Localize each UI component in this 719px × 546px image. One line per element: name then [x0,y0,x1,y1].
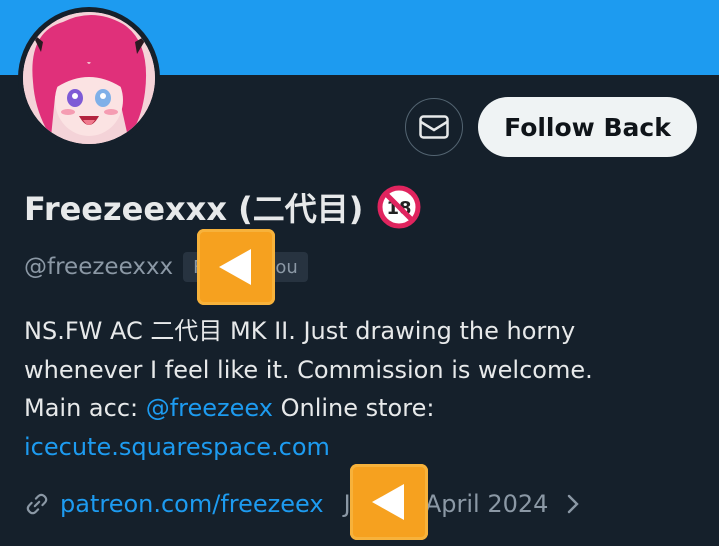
follow-back-button[interactable]: Follow Back [478,97,697,157]
link-icon [26,493,48,515]
chevron-right-icon[interactable] [566,493,580,515]
left-arrow-button[interactable] [197,229,275,305]
bio-text-store: Online store: [272,394,435,422]
display-name: Freezeexxx (二代目) [24,190,364,228]
left-arrow-button[interactable] [350,464,428,540]
profile-meta-row: patreon.com/freezeex Joined April 2024 [24,484,580,524]
no-under-18-icon: 18 [377,185,421,229]
user-handle: @freezeexxx [24,254,174,280]
left-arrow-button-icon [219,249,251,285]
avatar-frame[interactable] [18,7,160,149]
bio-mention-link[interactable]: @freezeex [146,394,273,422]
website-link[interactable]: patreon.com/freezeex [60,490,324,518]
envelope-icon [419,115,449,139]
profile-bio: NS.FW AC 二代目 MK II. Just drawing the hor… [24,312,624,466]
adult-content-badge: 18 [377,185,421,229]
avatar-illustration [23,12,155,144]
message-button[interactable] [405,98,463,156]
bio-store-link[interactable]: icecute.squarespace.com [24,433,330,461]
avatar[interactable] [23,12,155,144]
name-row: Freezeexxx (二代目) 18 [24,182,421,232]
left-arrow-button-icon [372,484,404,520]
